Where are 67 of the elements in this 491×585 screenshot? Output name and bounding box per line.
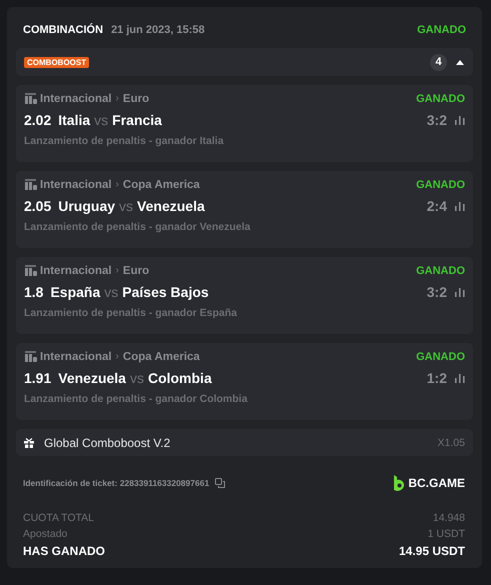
league-logo-icon [24, 178, 37, 191]
league-name: Internacional [40, 178, 112, 190]
team-name: Venezuela [58, 370, 126, 386]
summary-value: 14.95 USDT [398, 544, 465, 558]
summary-label: Apostado [23, 528, 68, 540]
vs-label: vs [104, 284, 118, 300]
vs-label: vs [130, 370, 144, 386]
bonus-name: Global Comboboost V.2 [44, 436, 170, 450]
team-name: Venezuela [137, 198, 205, 214]
market-description: Lanzamiento de penaltis - ganador Colombia [24, 393, 248, 405]
tournament-name: Euro [122, 264, 150, 276]
breadcrumb-separator: › [116, 93, 119, 104]
team-name: Países Bajos [122, 284, 209, 300]
match-score: 3:2 [426, 112, 447, 128]
bonus-multiplier: X1.05 [438, 436, 465, 448]
odds: 1.91 [24, 370, 52, 386]
selection-status: GANADO [416, 178, 465, 190]
match-score: 2:4 [426, 198, 447, 214]
team-name: España [50, 284, 100, 300]
copy-icon[interactable] [215, 478, 226, 488]
vs-label: vs [94, 112, 108, 128]
match-score: 3:2 [426, 284, 447, 300]
boost-bar[interactable]: COMBOBOOST 4 [16, 48, 473, 76]
summary-label: HAS GANADO [23, 544, 106, 558]
stats-icon[interactable] [455, 287, 465, 297]
odds: 2.05 [24, 198, 52, 214]
odds: 1.8 [24, 284, 44, 300]
stats-icon[interactable] [455, 201, 465, 211]
bet-status: GANADO [417, 24, 466, 36]
gift-icon [24, 438, 34, 448]
tournament-name: Copa America [122, 178, 200, 190]
market-description: Lanzamiento de penaltis - ganador Venezuela [24, 221, 252, 233]
bet-date: 21 jun 2023, 15:58 [111, 24, 205, 36]
summary-label: CUOTA TOTAL [23, 512, 94, 524]
team-name: Italia [58, 112, 90, 128]
boost-tag: COMBOBOOST [24, 56, 90, 68]
selection-status: GANADO [416, 350, 465, 362]
bet-type: COMBINACIÓN [23, 24, 104, 36]
tournament-name: Euro [122, 92, 150, 104]
market-description: Lanzamiento de penaltis - ganador España [24, 307, 238, 319]
tournament-name: Copa America [122, 350, 200, 362]
summary-value: 14.948 [432, 512, 465, 524]
selection-status: GANADO [416, 264, 465, 276]
breadcrumb-separator: › [116, 265, 119, 276]
brand-logo-icon [393, 475, 404, 491]
breadcrumb-separator: › [116, 351, 119, 362]
stats-icon[interactable] [455, 373, 465, 383]
league-name: Internacional [40, 264, 112, 276]
league-name: Internacional [40, 350, 112, 362]
team-name: Uruguay [58, 198, 116, 214]
breadcrumb-separator: › [116, 179, 119, 190]
market-description: Lanzamiento de penaltis - ganador Italia [24, 135, 225, 147]
ticket-id: Identificación de ticket: 2283391163320897661 [23, 478, 210, 488]
brand-name: BC.GAME [408, 476, 465, 490]
league-logo-icon [24, 264, 37, 277]
odds: 2.02 [24, 112, 52, 128]
team-name: Colombia [148, 370, 212, 386]
stats-icon[interactable] [455, 115, 465, 125]
selection-status: GANADO [416, 92, 465, 104]
league-name: Internacional [40, 92, 112, 104]
vs-label: vs [119, 198, 134, 214]
selection-count: 4 [430, 54, 447, 70]
league-logo-icon [24, 92, 37, 105]
match-score: 1:2 [426, 370, 447, 386]
team-name: Francia [112, 112, 162, 128]
league-logo-icon [24, 350, 37, 363]
summary-value: 1 USDT [428, 528, 465, 540]
